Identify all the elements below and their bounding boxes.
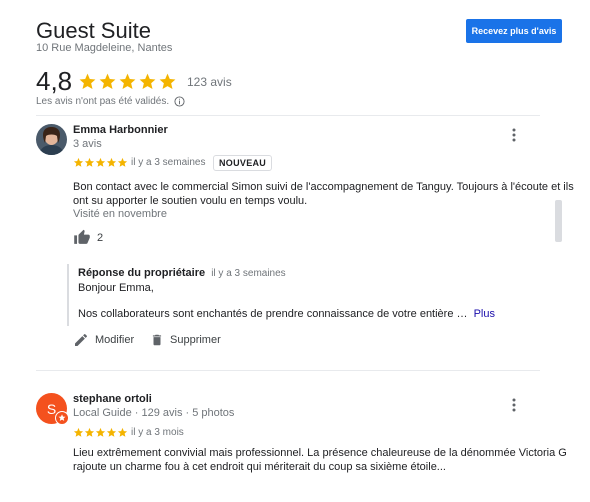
divider bbox=[36, 370, 540, 371]
star-icon bbox=[73, 427, 84, 437]
local-guide-icon bbox=[55, 411, 69, 425]
review-text-line-1: Bon contact avec le commercial Simon sui… bbox=[73, 181, 574, 193]
rating-stars bbox=[78, 72, 177, 91]
divider bbox=[36, 115, 540, 116]
more-link[interactable]: Plus bbox=[474, 308, 495, 320]
review-stars bbox=[73, 157, 128, 168]
star-icon bbox=[95, 157, 106, 167]
profile-photo bbox=[36, 124, 67, 155]
review-time: il y a 3 semaines bbox=[131, 157, 206, 168]
star-icon bbox=[99, 73, 116, 89]
like-button[interactable]: 2 bbox=[73, 229, 103, 246]
star-icon bbox=[117, 427, 128, 437]
avatar[interactable] bbox=[36, 124, 67, 155]
review-text-line-2: rajoute un charme fou à cet endroit qui … bbox=[73, 461, 446, 473]
like-count: 2 bbox=[97, 231, 104, 244]
review-text-line-1: Lieu extrêmement convivial mais professi… bbox=[73, 447, 567, 459]
star-icon bbox=[79, 73, 96, 89]
reviewer-meta: Local Guide · 129 avis · 5 photos bbox=[73, 407, 235, 419]
review-count[interactable]: 123 avis bbox=[187, 75, 232, 89]
edit-label: Modifier bbox=[95, 334, 135, 346]
reply-owner-label: Réponse du propriétaire bbox=[78, 267, 206, 279]
reviewer-meta: 3 avis bbox=[73, 138, 102, 150]
star-icon bbox=[106, 427, 117, 437]
get-more-reviews-button[interactable]: Recevez plus d'avis bbox=[466, 19, 562, 43]
star-icon bbox=[84, 427, 95, 437]
visited-date: Visité en novembre bbox=[73, 208, 167, 220]
owner-reply: Réponse du propriétaire il y a 3 semaine… bbox=[67, 264, 540, 326]
review-text-line-2: ont su apporter le soutien voulu en temp… bbox=[73, 195, 308, 207]
unverified-notice: Les avis n'ont pas été validés. bbox=[36, 96, 185, 107]
star-icon bbox=[73, 157, 84, 167]
rating-summary: 4,8 123 avis bbox=[36, 66, 232, 97]
star-icon bbox=[84, 157, 95, 167]
reviewer-name[interactable]: stephane ortoli bbox=[73, 393, 152, 405]
more-options-icon[interactable] bbox=[507, 397, 521, 413]
review-time: il y a 3 mois bbox=[131, 427, 184, 438]
scrollbar-thumb[interactable] bbox=[555, 200, 562, 242]
reply-line-2-wrapper: Nos collaborateurs sont enchantés de pre… bbox=[78, 308, 540, 320]
star-icon bbox=[139, 73, 156, 89]
avatar[interactable]: S bbox=[36, 393, 69, 425]
reviewer-name[interactable]: Emma Harbonnier bbox=[73, 124, 168, 136]
more-options-icon[interactable] bbox=[507, 127, 521, 143]
star-icon bbox=[159, 73, 176, 89]
pencil-icon bbox=[75, 333, 87, 346]
star-icon bbox=[119, 73, 136, 89]
trash-icon bbox=[152, 334, 162, 346]
reply-line-2: Nos collaborateurs sont enchantés de pre… bbox=[78, 308, 468, 320]
delete-reply-button[interactable]: Supprimer bbox=[150, 332, 221, 348]
new-badge: NOUVEAU bbox=[213, 155, 273, 171]
unverified-text: Les avis n'ont pas été validés. bbox=[36, 96, 170, 107]
review-stars bbox=[73, 427, 128, 438]
star-icon bbox=[106, 157, 117, 167]
star-icon bbox=[95, 427, 106, 437]
business-address: 10 Rue Magdeleine, Nantes bbox=[36, 42, 173, 54]
thumbs-up-icon bbox=[74, 229, 90, 244]
info-icon[interactable] bbox=[174, 96, 185, 107]
reply-line-1: Bonjour Emma, bbox=[78, 282, 154, 294]
reply-time: il y a 3 semaines bbox=[211, 268, 286, 279]
average-rating: 4,8 bbox=[36, 66, 73, 96]
delete-label: Supprimer bbox=[170, 334, 221, 346]
business-title: Guest Suite bbox=[36, 18, 151, 43]
star-icon bbox=[117, 157, 128, 167]
edit-reply-button[interactable]: Modifier bbox=[73, 332, 134, 348]
